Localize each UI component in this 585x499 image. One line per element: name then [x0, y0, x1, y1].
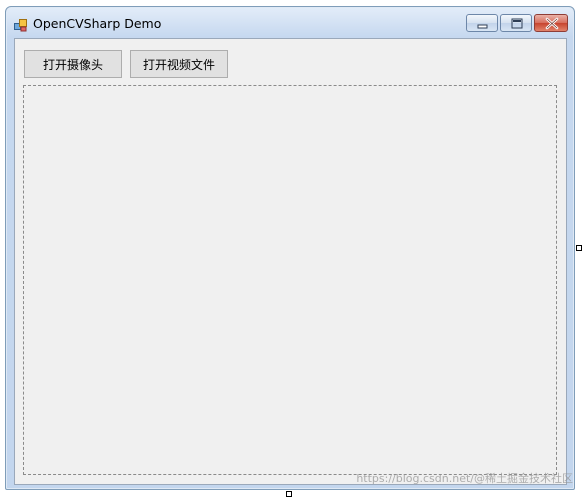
minimize-button[interactable] — [466, 14, 498, 32]
app-icon — [14, 17, 27, 32]
window-title: OpenCVSharp Demo — [33, 16, 162, 31]
designer-surface: OpenCVSharp Demo 打开摄像头 打开视频文件 https://bl… — [0, 0, 585, 499]
open-video-file-button[interactable]: 打开视频文件 — [130, 50, 228, 78]
close-button[interactable] — [534, 14, 568, 32]
video-picture-box[interactable] — [23, 85, 557, 475]
caption-buttons — [466, 14, 568, 33]
title-bar[interactable]: OpenCVSharp Demo — [6, 7, 574, 39]
form-window: OpenCVSharp Demo 打开摄像头 打开视频文件 — [5, 6, 575, 490]
watermark: https://blog.csdn.net/@稀土掘金技术社区 — [356, 472, 573, 485]
resize-handle-bottom[interactable] — [286, 491, 292, 497]
open-camera-button[interactable]: 打开摄像头 — [24, 50, 122, 78]
resize-handle-right[interactable] — [576, 245, 582, 251]
form-client-area: 打开摄像头 打开视频文件 — [14, 38, 567, 485]
maximize-button[interactable] — [500, 14, 532, 32]
